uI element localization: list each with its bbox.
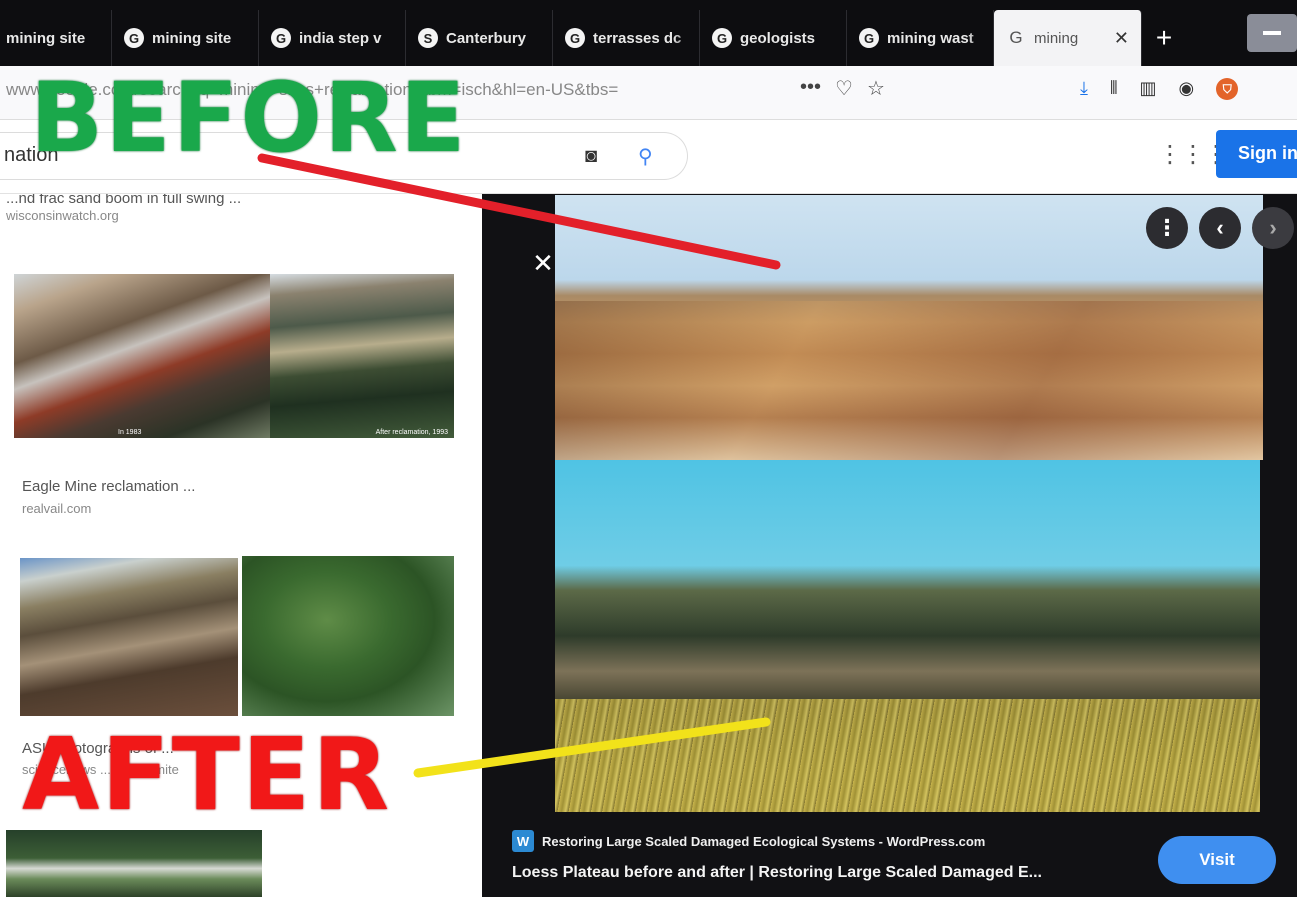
more-actions-icon[interactable]: ••• <box>800 76 821 101</box>
tab-fade <box>967 10 993 66</box>
wordpress-icon: W <box>512 830 534 852</box>
result-thumbnail[interactable]: In 1983 <box>14 274 270 438</box>
camera-icon[interactable]: ◙ <box>585 145 597 168</box>
sidebar-icon[interactable]: ▥ <box>1140 78 1157 100</box>
tab-fade <box>232 10 258 66</box>
tab-5[interactable]: Gterrasses dc <box>553 10 700 66</box>
library-icon[interactable]: ⫴ <box>1110 78 1118 100</box>
google-icon: G <box>1009 28 1023 47</box>
google-icon: G <box>271 28 291 48</box>
search-icon[interactable]: ⚲ <box>638 144 653 169</box>
after-label: AFTER <box>22 716 392 833</box>
tab-close-icon[interactable]: ✕ <box>1114 28 1129 49</box>
tab-1[interactable]: mining site <box>0 10 112 66</box>
result-caption[interactable]: Eagle Mine reclamation ... <box>22 478 195 495</box>
tab-4[interactable]: S Canterbury <box>406 10 553 66</box>
result-thumbnail[interactable]: After reclamation, 1993 <box>270 274 454 438</box>
preview-site-name: Restoring Large Scaled Damaged Ecologica… <box>542 833 986 849</box>
tab-fade <box>673 10 699 66</box>
tab-fade <box>85 10 111 66</box>
previous-image-icon[interactable]: ‹ <box>1199 207 1241 249</box>
thumb-label: After reclamation, 1993 <box>375 429 448 436</box>
tab-label: geologists <box>740 29 816 47</box>
next-image-icon[interactable]: › <box>1252 207 1294 249</box>
result-source: wisconsinwatch.org <box>6 208 119 223</box>
tab-label: terrasses dc <box>593 29 682 47</box>
url-tools: ••• ♡ ☆ <box>800 76 885 101</box>
s-site-icon: S <box>418 28 438 48</box>
preview-title[interactable]: Loess Plateau before and after | Restori… <box>512 864 1042 882</box>
tab-fade <box>526 10 552 66</box>
google-icon: G <box>859 28 879 48</box>
result-thumbnail[interactable] <box>20 558 238 716</box>
sign-in-button[interactable]: Sign in <box>1216 130 1297 178</box>
minimize-window-button[interactable] <box>1247 14 1297 52</box>
tab-6[interactable]: Ggeologists <box>700 10 847 66</box>
new-tab-button[interactable]: + <box>1142 10 1186 66</box>
tab-label: mining site <box>6 29 86 47</box>
tab-label: mining site <box>152 29 232 47</box>
account-icon[interactable]: ◉ <box>1179 78 1195 100</box>
tab-active[interactable]: Gmining ✕ <box>994 10 1142 66</box>
download-icon[interactable]: ⤓ <box>1080 78 1088 100</box>
tab-2[interactable]: Gmining site <box>112 10 259 66</box>
tab-label: mining wast <box>887 29 974 47</box>
preview-source[interactable]: W Restoring Large Scaled Damaged Ecologi… <box>512 830 985 852</box>
tab-3[interactable]: Gindia step v <box>259 10 406 66</box>
ublock-icon[interactable]: ⛉ <box>1216 78 1239 100</box>
visit-button[interactable]: Visit <box>1158 836 1276 884</box>
tab-label: Canterbury <box>446 29 527 47</box>
tab-fade <box>379 10 405 66</box>
thumb-label: In 1983 <box>118 429 142 436</box>
hills-texture <box>555 301 1263 460</box>
google-icon: G <box>712 28 732 48</box>
pocket-icon[interactable]: ♡ <box>835 76 853 101</box>
tab-7[interactable]: Gmining wast <box>847 10 994 66</box>
tab-fade <box>820 10 846 66</box>
minimize-icon <box>1263 31 1281 35</box>
field-texture <box>555 699 1260 812</box>
bookmark-star-icon[interactable]: ☆ <box>867 76 885 101</box>
google-icon: G <box>124 28 144 48</box>
more-options-icon[interactable]: ⋮ <box>1146 207 1188 249</box>
google-icon: G <box>565 28 585 48</box>
browser-tab-strip: mining site Gmining site Gindia step v S… <box>0 0 1297 66</box>
result-thumbnail[interactable] <box>242 556 454 716</box>
result-source: realvail.com <box>22 501 92 516</box>
before-label: BEFORE <box>30 62 468 174</box>
result-thumbnail[interactable] <box>6 830 262 897</box>
after-image[interactable] <box>555 460 1260 812</box>
tab-label: india step v <box>299 29 382 47</box>
result-caption[interactable]: ...nd frac sand boom in full swing ... <box>6 194 241 207</box>
tab-label: mining <box>1034 29 1079 47</box>
close-preview-icon[interactable]: ✕ <box>528 248 558 278</box>
browser-toolbar: ⤓ ⫴ ▥ ◉ ⛉ <box>1080 78 1239 100</box>
